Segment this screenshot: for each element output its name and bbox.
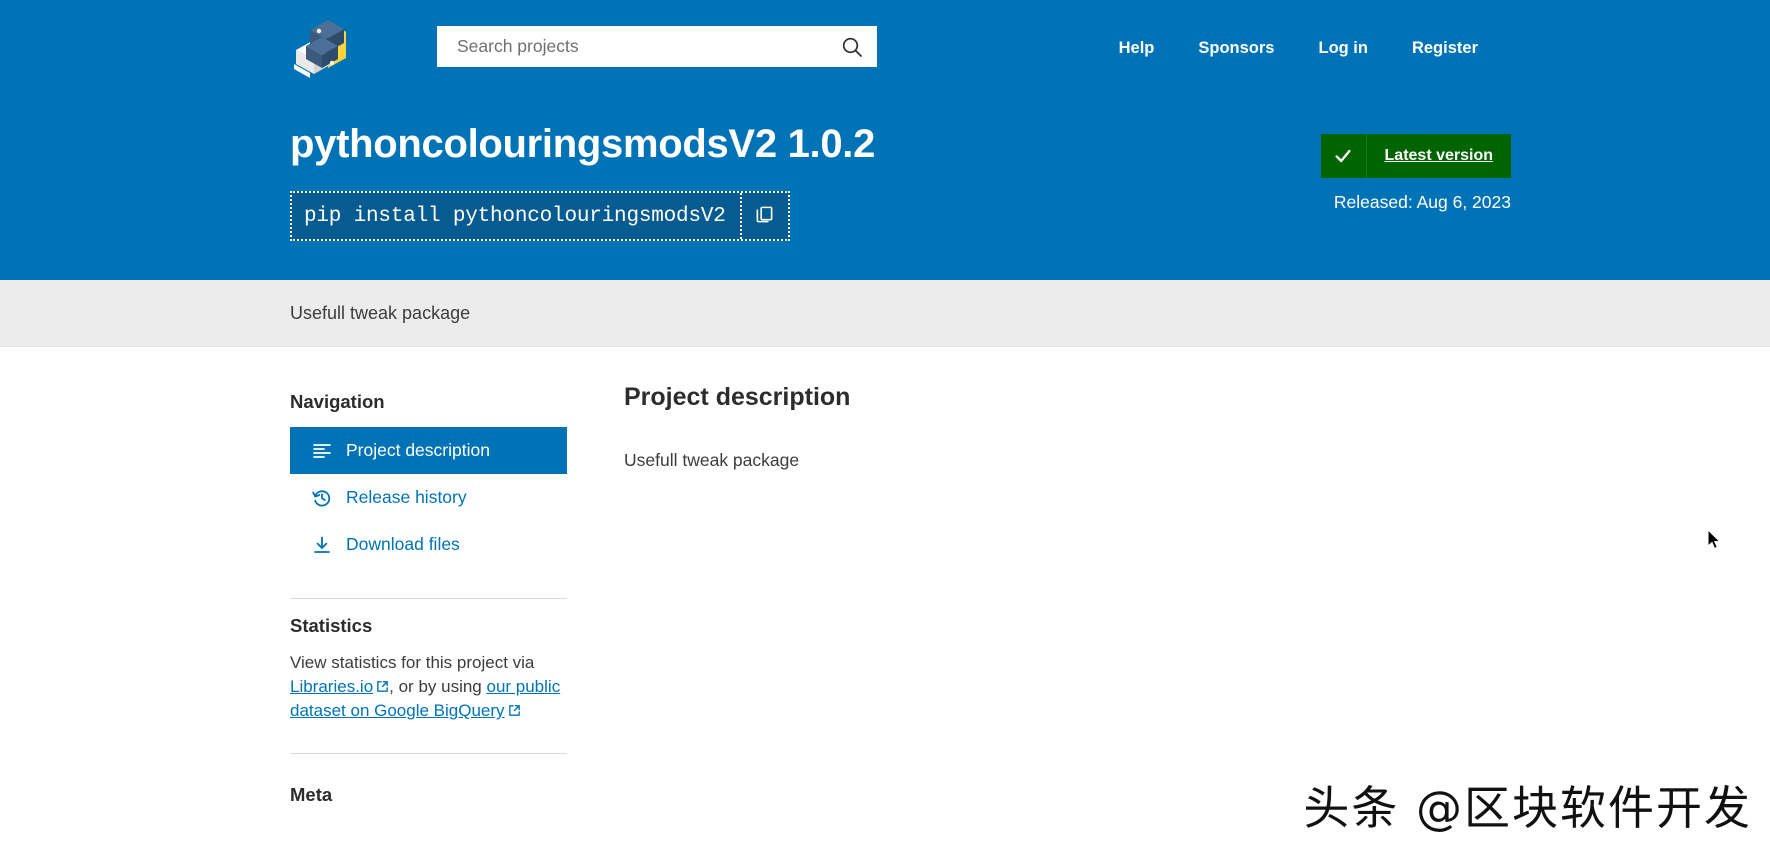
project-description-body: Usefull tweak package	[624, 450, 800, 470]
statistics-heading: Statistics	[290, 615, 373, 636]
copy-icon	[755, 205, 774, 227]
status-badge[interactable]: Latest version	[1320, 134, 1511, 178]
statistics-middle: , or by using	[389, 677, 487, 697]
copy-button[interactable]	[739, 193, 788, 239]
nav-link-register[interactable]: Register	[1390, 33, 1500, 64]
search-input[interactable]	[455, 35, 841, 58]
statistics-text: View statistics for this project via Lib…	[290, 651, 567, 723]
project-summary: Usefull tweak package	[290, 302, 471, 323]
release-date: Released: Aug 6, 2023	[1333, 192, 1511, 212]
sidebar-item-label: Release history	[346, 487, 467, 507]
search-box[interactable]	[437, 26, 877, 67]
sidebar-item-download-files[interactable]: Download files	[290, 521, 567, 568]
page-body: Navigation Project description Release h…	[0, 347, 1770, 806]
sidebar-nav-list: Project description Release history Down…	[290, 427, 567, 568]
sidebar-item-label: Download files	[346, 534, 460, 554]
statistics-intro: View statistics for this project via	[290, 653, 535, 672]
project-summary-bar: Usefull tweak package	[0, 280, 1770, 347]
history-icon	[312, 488, 332, 508]
primary-nav: Help Sponsors Log in Register	[1097, 0, 1500, 96]
project-description-heading: Project description	[624, 383, 851, 411]
check-icon	[1321, 134, 1367, 178]
main-content: Project description Usefull tweak packag…	[624, 375, 1770, 806]
site-header: Help Sponsors Log in Register	[0, 0, 1770, 96]
sidebar-divider	[290, 598, 567, 599]
align-left-icon	[312, 441, 332, 461]
sidebar-nav-heading: Navigation	[290, 391, 385, 412]
external-link-icon	[508, 700, 521, 717]
pip-install-box[interactable]: pip install pythoncolouringsmodsV2	[290, 191, 790, 241]
pip-install-command: pip install pythoncolouringsmodsV2	[304, 204, 726, 228]
page-title: pythoncolouringsmodsV2 1.0.2	[290, 122, 876, 166]
sidebar: Navigation Project description Release h…	[290, 375, 567, 806]
project-banner: pythoncolouringsmodsV2 1.0.2 pip install…	[0, 96, 1770, 280]
sidebar-item-release-history[interactable]: Release history	[290, 474, 567, 521]
pypi-logo[interactable]	[288, 14, 358, 80]
external-link-icon	[376, 676, 389, 692]
meta-heading: Meta	[290, 784, 333, 806]
watermark: 头条 @区块软件开发	[1303, 781, 1752, 835]
sidebar-item-label: Project description	[346, 440, 490, 460]
nav-link-login[interactable]: Log in	[1296, 33, 1389, 64]
nav-link-help[interactable]: Help	[1097, 33, 1177, 64]
sidebar-divider-2	[290, 753, 567, 755]
status-badge-label[interactable]: Latest version	[1367, 134, 1511, 178]
nav-link-sponsors[interactable]: Sponsors	[1176, 33, 1296, 64]
libraries-io-link[interactable]: Libraries.io	[290, 677, 373, 696]
sidebar-item-project-description[interactable]: Project description	[290, 427, 567, 474]
search-icon[interactable]	[841, 36, 863, 58]
download-icon	[312, 535, 332, 555]
pypi-project-page: Help Sponsors Log in Register pythoncolo…	[0, 0, 1770, 856]
